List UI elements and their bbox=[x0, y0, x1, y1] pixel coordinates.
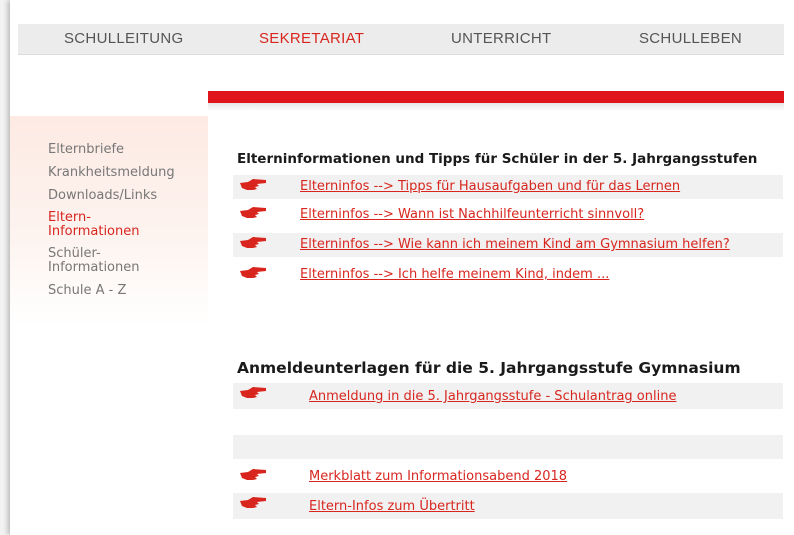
link-nachhilfeunterricht[interactable]: Elterninfos --> Wann ist Nachhilfeunterr… bbox=[300, 207, 644, 222]
pointing-hand-icon bbox=[240, 267, 266, 278]
section-heading-anmeldeunterlagen: Anmeldeunterlagen für die 5. Jahrgangsst… bbox=[237, 359, 741, 377]
nav-item-sekretariat[interactable]: SEKRETARIAT bbox=[259, 30, 364, 47]
sidebar-item-elternbriefe[interactable]: Elternbriefe bbox=[48, 142, 208, 158]
list-item: Elterninfos --> Wie kann ich meinem Kind… bbox=[233, 233, 783, 257]
sidebar-item-downloads-links[interactable]: Downloads/Links bbox=[48, 188, 208, 204]
main-nav: SCHULLEITUNG SEKRETARIAT UNTERRICHT SCHU… bbox=[18, 24, 784, 55]
link-kind-am-gymnasium-helfen[interactable]: Elterninfos --> Wie kann ich meinem Kind… bbox=[300, 237, 730, 252]
nav-item-schulleben[interactable]: SCHULLEBEN bbox=[639, 30, 742, 47]
sidebar-item-eltern-informationen[interactable]: Eltern- Informationen bbox=[48, 211, 208, 239]
list-item: Elterninfos --> Wann ist Nachhilfeunterr… bbox=[233, 203, 783, 227]
pointing-hand-icon bbox=[240, 237, 266, 248]
section-heading-elterninformationen: Elterninformationen und Tipps für Schüle… bbox=[237, 151, 758, 167]
link-schulantrag-online[interactable]: Anmeldung in die 5. Jahrgangsstufe - Sch… bbox=[309, 389, 676, 404]
sidebar-item-schueler-informationen[interactable]: Schüler- Informationen bbox=[48, 247, 208, 275]
link-eltern-infos-uebertritt[interactable]: Eltern-Infos zum Übertritt bbox=[309, 499, 475, 514]
pointing-hand-icon bbox=[240, 469, 266, 480]
link-ich-helfe-meinem-kind[interactable]: Elterninfos --> Ich helfe meinem Kind, i… bbox=[300, 267, 609, 282]
sidebar-item-schule-a-z[interactable]: Schule A - Z bbox=[48, 283, 208, 299]
header-red-bar bbox=[208, 91, 784, 103]
nav-item-schulleitung[interactable]: SCHULLEITUNG bbox=[64, 30, 183, 47]
pointing-hand-icon bbox=[240, 387, 266, 398]
header-shadow bbox=[208, 103, 784, 111]
empty-row bbox=[233, 435, 783, 459]
list-item: Merkblatt zum Informationsabend 2018 bbox=[233, 465, 783, 489]
list-item: Anmeldung in die 5. Jahrgangsstufe - Sch… bbox=[233, 383, 783, 409]
pointing-hand-icon bbox=[240, 207, 266, 218]
pointing-hand-icon bbox=[240, 497, 266, 508]
list-item: Elterninfos --> Ich helfe meinem Kind, i… bbox=[233, 263, 783, 287]
link-tipps-hausaufgaben[interactable]: Elterninfos --> Tipps für Hausaufgaben u… bbox=[300, 179, 680, 194]
sidebar-item-krankheitsmeldung[interactable]: Krankheitsmeldung bbox=[48, 165, 208, 181]
sidebar: Elternbriefe Krankheitsmeldung Downloads… bbox=[10, 116, 208, 326]
list-item: Eltern-Infos zum Übertritt bbox=[233, 493, 783, 519]
link-merkblatt-informationsabend[interactable]: Merkblatt zum Informationsabend 2018 bbox=[309, 469, 567, 484]
nav-item-unterricht[interactable]: UNTERRICHT bbox=[451, 30, 552, 47]
pointing-hand-icon bbox=[240, 179, 266, 190]
list-item: Elterninfos --> Tipps für Hausaufgaben u… bbox=[233, 175, 783, 199]
